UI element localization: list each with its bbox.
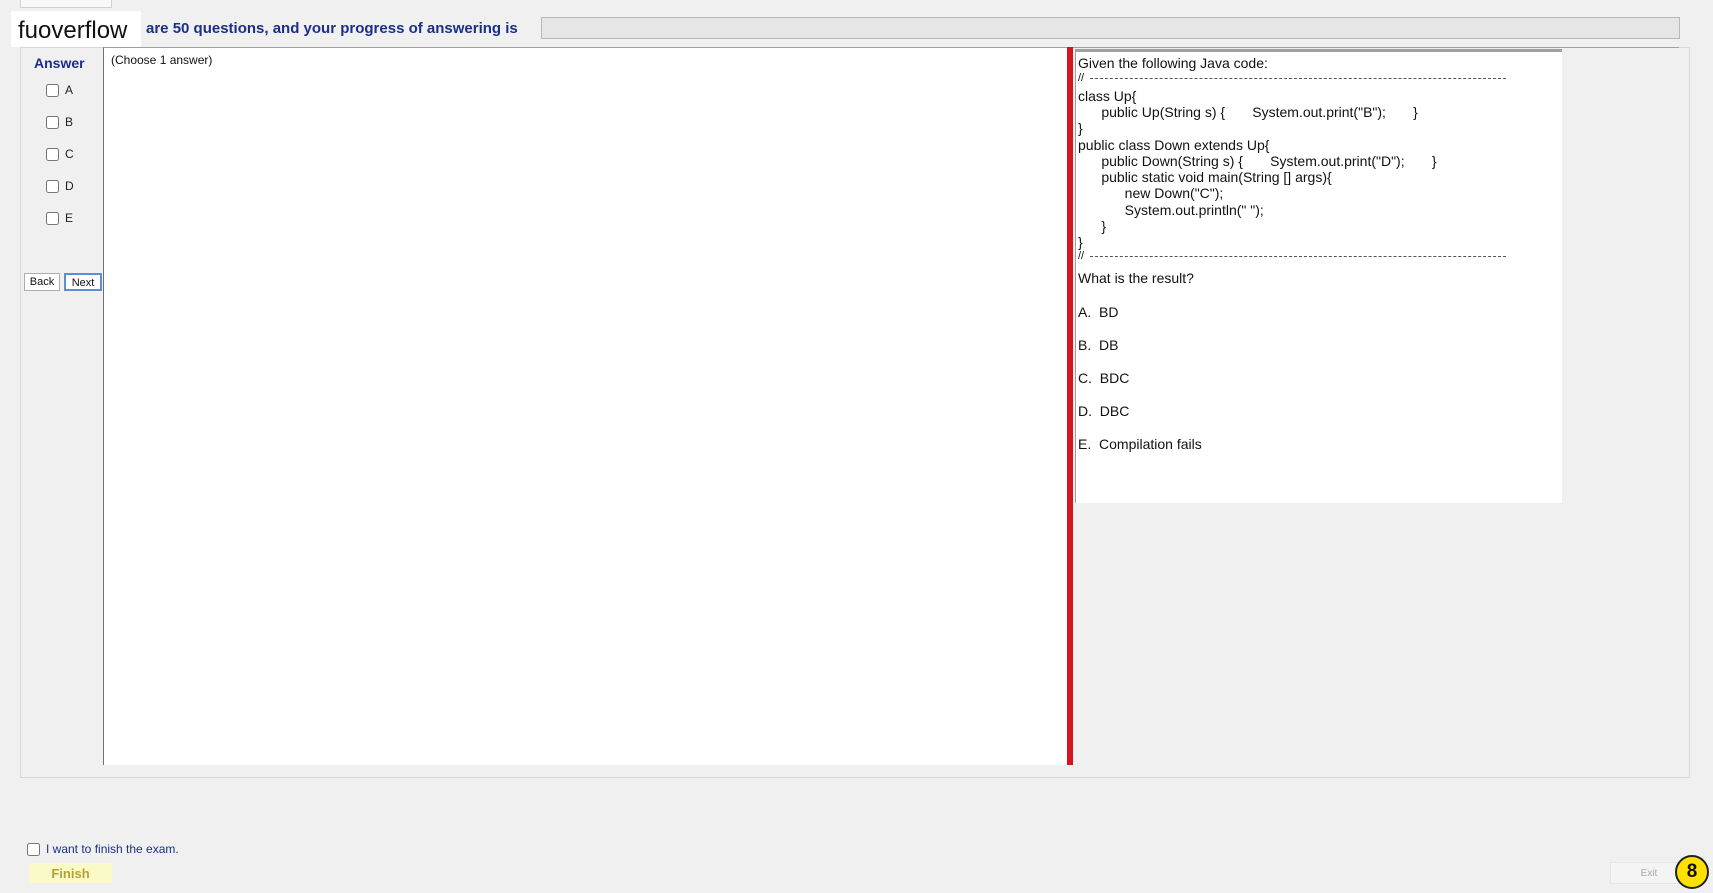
code-line: public Up(String s) { System.out.print("… [1078,104,1418,120]
question-prompt: What is the result? [1078,270,1194,286]
question-number-badge: 8 [1675,855,1709,889]
answer-checkbox-c[interactable] [46,147,59,161]
finish-exam-label: I want to finish the exam. [46,842,179,856]
question-choice: E. Compilation fails [1078,436,1202,452]
code-line: class Up{ [1078,88,1137,104]
answer-checkbox-b[interactable] [46,115,59,129]
question-choice: B. DB [1078,337,1119,353]
answer-option-b[interactable]: B [46,115,73,129]
separator-line [1090,256,1506,257]
choose-instruction: (Choose 1 answer) [111,53,213,67]
finish-exam-option[interactable]: I want to finish the exam. [27,842,179,856]
question-choice: C. BDC [1078,370,1130,386]
answer-option-label: E [65,211,74,225]
answer-title: Answer [34,55,85,71]
window-tab [20,0,112,8]
code-line: } [1078,218,1107,234]
back-button[interactable]: Back [24,273,60,291]
code-separator: // [1078,250,1085,262]
question-intro: Given the following Java code: [1078,55,1268,71]
question-pane: Given the following Java code: // class … [1073,47,1679,765]
answer-option-c[interactable]: C [46,147,74,161]
answer-option-label: C [65,147,74,161]
answer-checkbox-d[interactable] [46,179,59,193]
answer-option-label: B [65,115,74,129]
code-line: new Down("C"); [1078,185,1224,201]
question-content: Given the following Java code: // class … [1075,49,1562,503]
code-separator: // [1078,72,1085,84]
answer-checkbox-e[interactable] [46,211,59,225]
answer-option-e[interactable]: E [46,211,73,225]
question-choice: D. DBC [1078,403,1130,419]
progress-bar [541,17,1680,39]
code-line: public class Down extends Up{ [1078,137,1270,153]
next-button[interactable]: Next [64,273,102,291]
answer-option-label: D [65,179,74,193]
code-line: } [1078,120,1083,136]
question-choice: A. BD [1078,304,1119,320]
code-line: System.out.println(" "); [1078,202,1264,218]
code-line: public Down(String s) { System.out.print… [1078,153,1437,169]
brand-logo: fuoverflow [11,11,141,47]
separator-line [1090,78,1506,79]
answer-option-label: A [65,83,74,97]
answer-text-pane: (Choose 1 answer) [103,47,1067,765]
finish-button[interactable]: Finish [29,863,112,883]
answer-checkbox-a[interactable] [46,83,59,97]
code-line: public static void main(String [] args){ [1078,169,1332,185]
progress-label: are 50 questions, and your progress of a… [146,20,518,37]
answer-option-a[interactable]: A [46,83,73,97]
answer-option-d[interactable]: D [46,179,74,193]
finish-exam-checkbox[interactable] [27,842,40,856]
